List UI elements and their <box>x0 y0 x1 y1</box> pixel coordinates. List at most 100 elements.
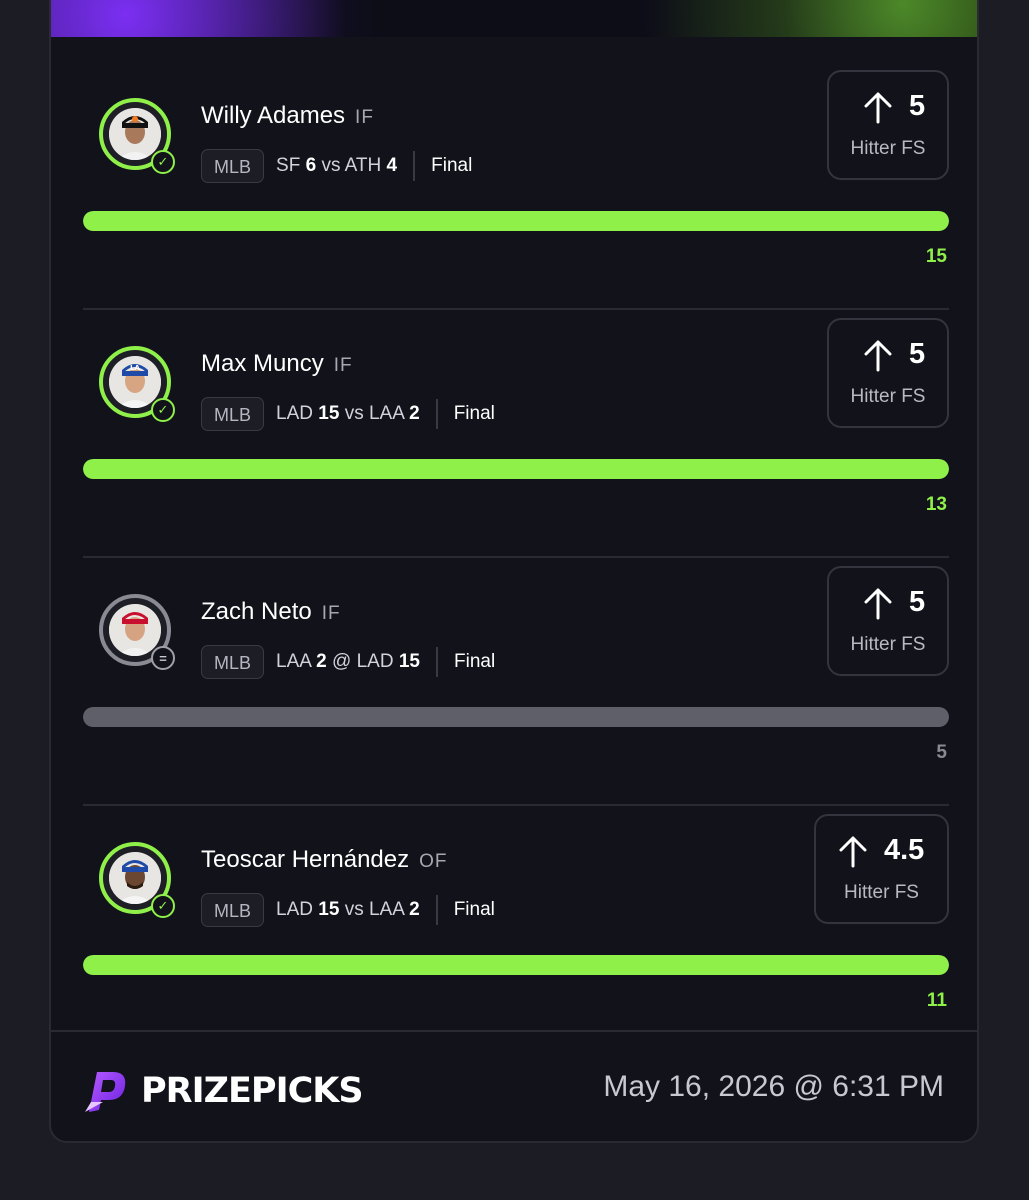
team-a: LAD <box>276 899 313 920</box>
divider <box>435 895 438 925</box>
score-a: 2 <box>316 651 327 672</box>
player-position: IF <box>355 107 374 128</box>
progress-bar <box>83 459 949 479</box>
up-arrow-icon <box>864 92 892 124</box>
score-b: 15 <box>398 651 420 672</box>
player-name: Willy Adames <box>201 102 346 129</box>
pick-row[interactable]: ✓ Teoscar Hernández OF MLB LAD 15 vs LAA … <box>51 806 977 1054</box>
player-name-line: Willy Adames IF <box>201 102 374 130</box>
header-banner <box>51 0 977 37</box>
player-name-line: Teoscar Hernández OF <box>201 846 448 874</box>
matchup-connector: vs <box>344 403 364 424</box>
line-value: 4.5 <box>884 834 925 866</box>
footer-divider <box>51 1030 977 1032</box>
player-position: IF <box>321 603 341 624</box>
brand-wordmark: PRIZEPICKS <box>141 1071 364 1111</box>
player-name-line: Max Muncy IF <box>201 350 353 378</box>
matchup-connector: @ <box>332 651 352 672</box>
line-box: 5 Hitter FS <box>827 566 949 676</box>
game-status: Final <box>453 403 495 424</box>
stat-result: 11 <box>926 990 947 1011</box>
game-status: Final <box>454 651 496 672</box>
pick-row[interactable]: LA ✓ Max Muncy IF MLB LAD 15 vs LAA 2 Fin… <box>51 310 977 558</box>
matchup: SF 6 vs ATH 4 <box>276 155 397 177</box>
divider <box>413 151 416 181</box>
player-position: OF <box>419 851 448 872</box>
player-name-line: Zach Neto IF <box>201 598 341 626</box>
stat-type: Hitter FS <box>850 138 926 159</box>
stat-type: Hitter FS <box>850 386 926 407</box>
team-a: LAD <box>276 403 313 424</box>
line-box: 4.5 Hitter FS <box>814 814 949 924</box>
progress-fill <box>83 459 949 479</box>
stat-type: Hitter FS <box>850 634 926 655</box>
matchup: LAD 15 vs LAA 2 <box>276 403 420 425</box>
player-name: Teoscar Hernández <box>201 846 410 873</box>
league-badge: MLB <box>201 645 265 679</box>
player-avatar: LA ✓ <box>99 346 175 422</box>
line-value: 5 <box>909 90 926 122</box>
team-b: LAA <box>368 899 404 920</box>
entry-timestamp: May 16, 2026 @ 6:31 PM <box>603 1070 944 1103</box>
team-b: LAA <box>368 403 404 424</box>
player-position: IF <box>333 355 353 376</box>
svg-text:LA: LA <box>130 364 140 372</box>
stat-result: 15 <box>925 246 947 267</box>
line-value: 5 <box>909 338 926 370</box>
progress-fill <box>83 211 949 231</box>
matchup-connector: vs <box>344 899 364 920</box>
game-info: MLB LAD 15 vs LAA 2 Final <box>201 892 495 928</box>
team-a: SF <box>276 155 301 176</box>
league-badge: MLB <box>201 397 265 431</box>
line-box: 5 Hitter FS <box>827 70 949 180</box>
score-a: 15 <box>318 403 340 424</box>
league-badge: MLB <box>201 149 265 183</box>
brand-logo: PRIZEPICKS <box>83 1066 364 1116</box>
score-b: 2 <box>409 403 420 424</box>
matchup: LAA 2 @ LAD 15 <box>276 651 420 673</box>
game-info: MLB LAA 2 @ LAD 15 Final <box>201 644 495 680</box>
game-info: MLB SF 6 vs ATH 4 Final <box>201 148 472 184</box>
score-b: 4 <box>386 155 398 176</box>
progress-bar <box>83 707 949 727</box>
player-name: Zach Neto <box>201 598 312 625</box>
progress-bar <box>83 955 949 975</box>
line-value: 5 <box>909 586 926 618</box>
up-arrow-icon <box>839 836 867 868</box>
pick-row[interactable]: ✓ Willy Adames IF MLB SF 6 vs ATH 4 Final… <box>51 62 977 310</box>
player-avatar: ✓ <box>99 842 175 918</box>
check-icon: ✓ <box>151 150 175 174</box>
team-b: LAD <box>356 651 394 672</box>
stat-result: 13 <box>925 494 947 515</box>
up-arrow-icon <box>864 588 892 620</box>
progress-bar <box>83 211 949 231</box>
matchup: LAD 15 vs LAA 2 <box>276 899 420 921</box>
matchup-connector: vs <box>321 155 341 176</box>
team-a: LAA <box>276 651 311 672</box>
up-arrow-icon <box>864 340 892 372</box>
check-icon: ✓ <box>151 894 175 918</box>
check-icon: ✓ <box>151 398 175 422</box>
game-status: Final <box>431 155 473 176</box>
score-a: 6 <box>305 155 317 176</box>
stat-result: 5 <box>936 742 947 763</box>
player-avatar: ✓ <box>99 98 175 174</box>
game-status: Final <box>453 899 495 920</box>
pick-row[interactable]: = Zach Neto IF MLB LAA 2 @ LAD 15 Final 5… <box>51 558 977 806</box>
progress-fill <box>83 955 949 975</box>
divider <box>436 647 438 677</box>
entry-card: ✓ Willy Adames IF MLB SF 6 vs ATH 4 Final… <box>49 0 979 1143</box>
divider <box>435 399 438 429</box>
prizepicks-logo-icon <box>85 1072 126 1112</box>
team-b: ATH <box>344 155 382 176</box>
player-name: Max Muncy <box>201 350 324 377</box>
equals-icon: = <box>151 646 175 670</box>
score-a: 15 <box>318 899 340 920</box>
line-box: 5 Hitter FS <box>827 318 949 428</box>
game-info: MLB LAD 15 vs LAA 2 Final <box>201 396 495 432</box>
league-badge: MLB <box>201 893 265 927</box>
stat-type: Hitter FS <box>844 882 919 903</box>
player-avatar: = <box>99 594 175 670</box>
score-b: 2 <box>409 899 420 920</box>
progress-fill <box>83 707 949 727</box>
